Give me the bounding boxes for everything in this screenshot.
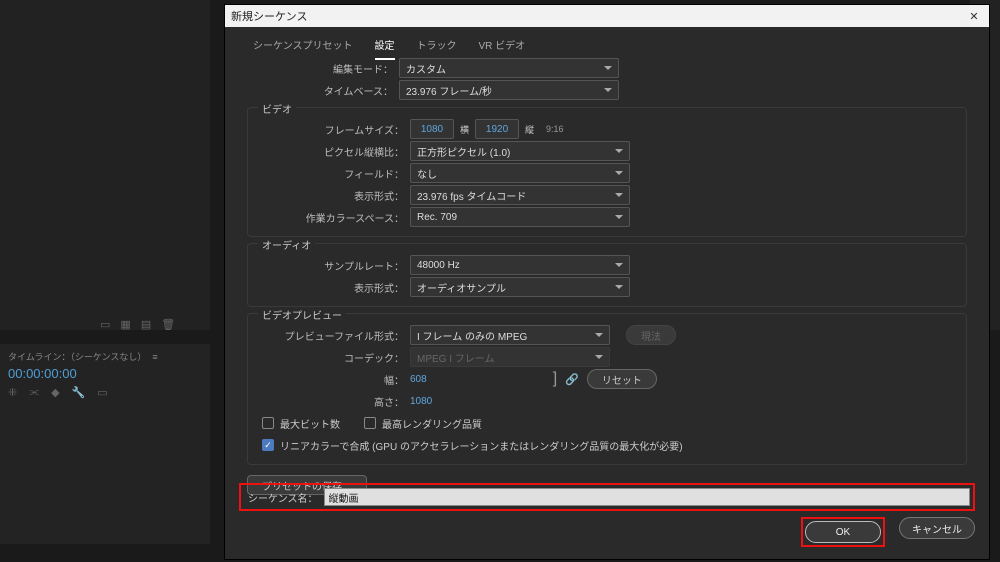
chevron-down-icon <box>615 171 623 175</box>
ok-button[interactable]: OK <box>805 521 881 543</box>
video-group: ビデオ フレームサイズ： 1080 横 1920 縦 9:16 ピクセル縦横比：… <box>247 107 967 237</box>
link-constrain-icon[interactable]: 🔗 <box>565 373 579 386</box>
wrench-icon[interactable]: 🔧 <box>72 386 86 399</box>
audio-display-select[interactable]: オーディオサンプル <box>410 277 630 297</box>
pixel-aspect-label: ピクセル縦横比： <box>258 144 410 159</box>
timecode-display[interactable]: 00:00:00:00 <box>8 366 77 381</box>
edit-mode-label: 編集モード： <box>247 61 399 76</box>
reset-button[interactable]: リセット <box>587 369 657 389</box>
chevron-down-icon <box>604 66 612 70</box>
cc-icon[interactable]: ▭ <box>97 386 107 399</box>
bracket-icon: ] <box>553 370 557 388</box>
codec-label: コーデック： <box>258 350 410 365</box>
preview-width-value[interactable]: 608 <box>410 374 427 385</box>
aspect-ratio: 9:16 <box>546 124 564 134</box>
dialog-title: 新規シーケンス <box>231 8 307 24</box>
color-space-label: 作業カラースペース： <box>258 210 410 225</box>
timebase-select[interactable]: 23.976 フレーム/秒 <box>399 80 619 100</box>
dialog-titlebar: 新規シーケンス ✕ <box>225 5 989 27</box>
audio-group: オーディオ サンプルレート： 48000 Hz 表示形式： オーディオサンプル <box>247 243 967 307</box>
icon-view-icon[interactable]: ▦ <box>120 318 130 331</box>
timeline-tools: ⁜ ⫘ ◆ 🔧 ▭ <box>8 386 108 399</box>
new-sequence-dialog: 新規シーケンス ✕ シーケンスプリセット 設定 トラック VR ビデオ 編集モー… <box>224 4 990 560</box>
preview-group: ビデオプレビュー プレビューファイル形式： I フレーム のみの MPEG 現法… <box>247 313 967 465</box>
color-space-select[interactable]: Rec. 709 <box>410 207 630 227</box>
audio-display-label: 表示形式： <box>258 280 410 295</box>
frame-width-input[interactable]: 1080 <box>410 119 454 139</box>
tab-menu-icon[interactable]: ≡ <box>152 352 157 362</box>
snap-icon[interactable]: ⁜ <box>8 386 17 399</box>
chevron-down-icon <box>615 193 623 197</box>
preview-file-label: プレビューファイル形式： <box>258 328 410 343</box>
marker-icon[interactable]: ◆ <box>51 386 59 399</box>
close-icon[interactable]: ✕ <box>965 7 983 25</box>
dialog-footer: OK キャンセル <box>801 517 975 547</box>
edit-mode-select[interactable]: カスタム <box>399 58 619 78</box>
ok-highlight: OK <box>801 517 885 547</box>
max-render-checkbox[interactable]: 最高レンダリング品質 <box>364 416 482 431</box>
cancel-button[interactable]: キャンセル <box>899 517 975 539</box>
chevron-down-icon <box>595 355 603 359</box>
timeline-tab[interactable]: タイムライン：（シーケンスなし）≡ <box>8 350 158 363</box>
video-display-select[interactable]: 23.976 fps タイムコード <box>410 185 630 205</box>
fields-select[interactable]: なし <box>410 163 630 183</box>
sequence-name-label: シーケンス名： <box>248 490 318 505</box>
preview-file-select[interactable]: I フレーム のみの MPEG <box>410 325 610 345</box>
chevron-down-icon <box>615 263 623 267</box>
link-icon[interactable]: ⫘ <box>29 386 39 399</box>
bg-panel-left <box>0 0 210 330</box>
chevron-down-icon <box>615 149 623 153</box>
linear-color-checkbox[interactable]: ✓リニアカラーで合成 (GPU のアクセラレーションまたはレンダリング品質の最大… <box>262 438 683 453</box>
chevron-down-icon <box>604 88 612 92</box>
max-bit-checkbox[interactable]: 最大ビット数 <box>262 416 340 431</box>
chevron-down-icon <box>615 215 623 219</box>
preview-height-label: 高さ： <box>258 394 410 409</box>
trash-icon[interactable]: 🗑 <box>161 318 175 331</box>
fields-label: フィールド： <box>258 166 410 181</box>
codec-select: MPEG I フレーム <box>410 347 610 367</box>
chevron-down-icon <box>615 285 623 289</box>
frame-size-label: フレームサイズ： <box>258 122 410 137</box>
chevron-down-icon <box>595 333 603 337</box>
timebase-label: タイムベース： <box>247 83 399 98</box>
project-panel-icons: ▭ ▦ ▤ 🗑 <box>100 318 175 331</box>
preview-height-value[interactable]: 1080 <box>410 396 432 407</box>
freeform-icon[interactable]: ▤ <box>141 318 151 331</box>
dialog-tabs: シーケンスプリセット 設定 トラック VR ビデオ <box>225 27 989 60</box>
pixel-aspect-select[interactable]: 正方形ピクセル (1.0) <box>410 141 630 161</box>
build-preset-button: 現法 <box>626 325 676 345</box>
sequence-name-input[interactable] <box>324 488 971 506</box>
sequence-name-highlight: シーケンス名： <box>239 483 975 511</box>
list-view-icon[interactable]: ▭ <box>100 318 110 331</box>
preview-width-label: 幅： <box>258 372 410 387</box>
video-display-label: 表示形式： <box>258 188 410 203</box>
frame-height-input[interactable]: 1920 <box>475 119 519 139</box>
sample-rate-label: サンプルレート： <box>258 258 410 273</box>
sample-rate-select[interactable]: 48000 Hz <box>410 255 630 275</box>
